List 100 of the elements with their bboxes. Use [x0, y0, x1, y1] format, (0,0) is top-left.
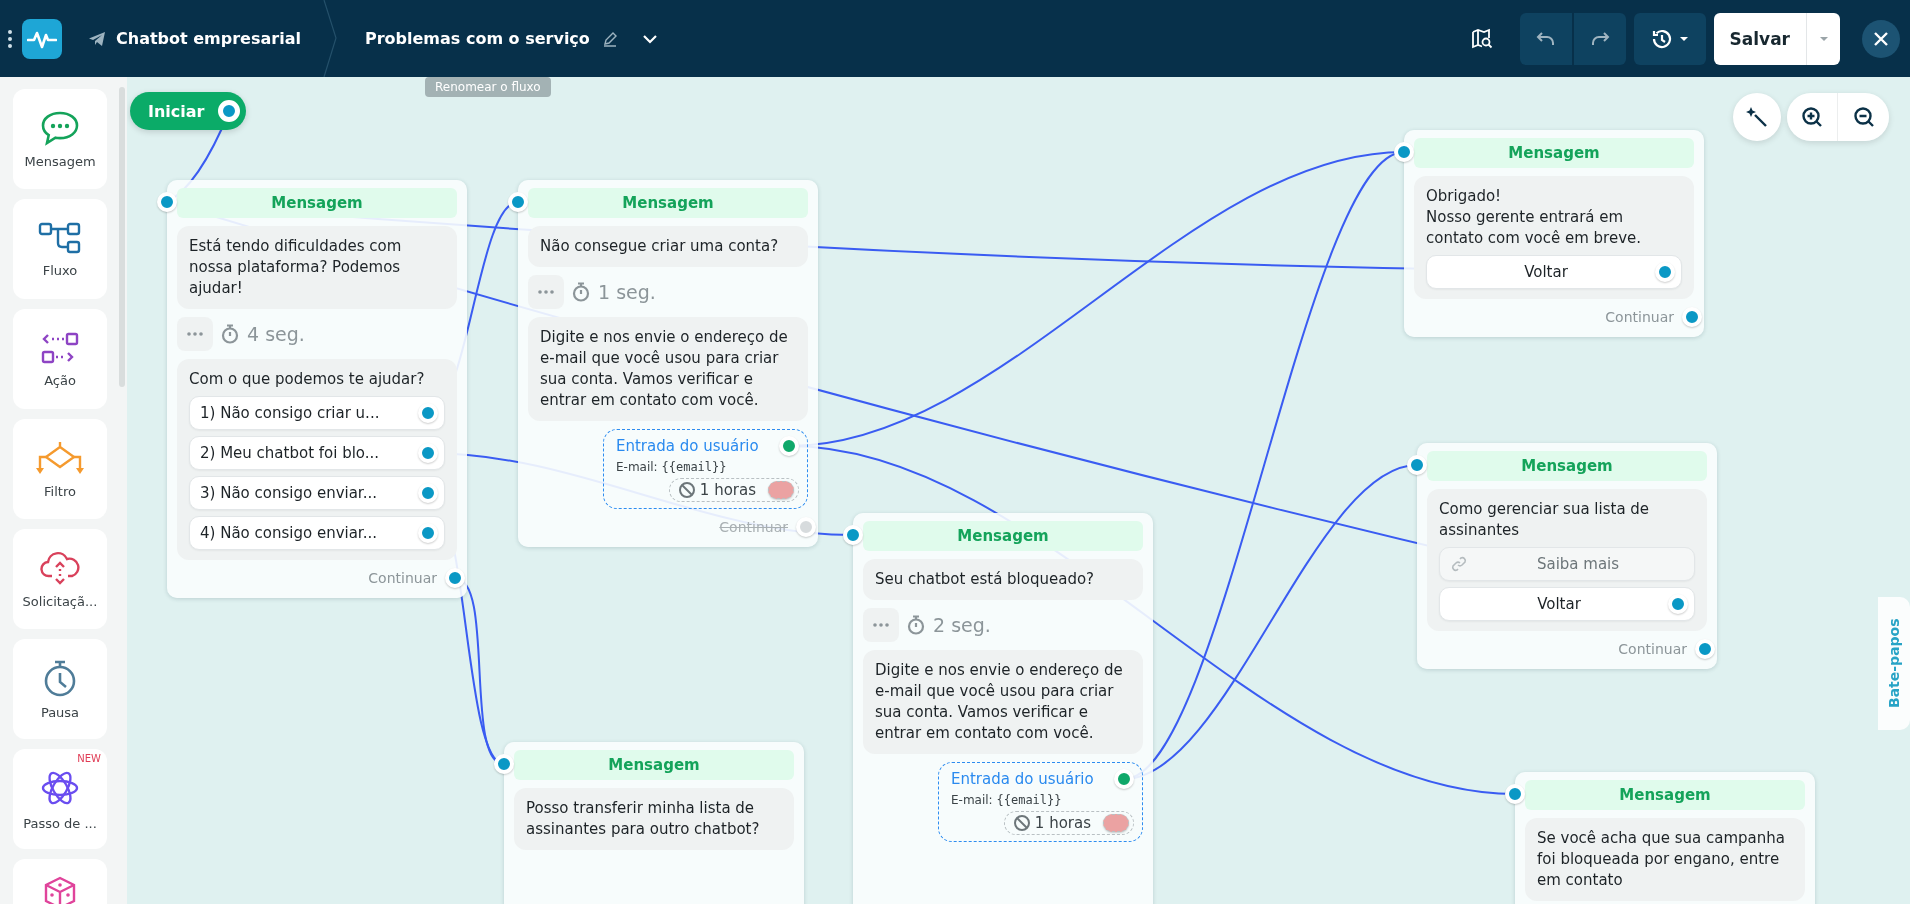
reply-button[interactable]: 1) Não consigo criar u...: [189, 396, 445, 430]
link-button[interactable]: Saiba mais: [1439, 547, 1695, 581]
block-item[interactable]: Fluxo: [13, 199, 107, 299]
chat-bubble-icon: [40, 109, 80, 146]
map-search-icon: [1470, 27, 1493, 50]
node-title: Mensagem: [863, 521, 1143, 551]
continue-label: Continuar: [368, 570, 437, 586]
squares-icon: [40, 330, 80, 365]
close-button[interactable]: [1862, 19, 1900, 58]
input-variable: E-mail: {{email}}: [951, 793, 1063, 807]
tooltip: Renomear o fluxo: [425, 77, 551, 97]
delay-value: 1 seg.: [598, 281, 656, 303]
reply-button[interactable]: Voltar: [1426, 255, 1682, 289]
undo-button[interactable]: [1519, 12, 1572, 65]
message-node[interactable]: Mensagem Como gerenciar sua lista de assinantes Saiba mais Voltar Continuar: [1417, 443, 1717, 669]
typing-indicator-icon[interactable]: [528, 275, 564, 309]
cloud-icon: [40, 549, 80, 586]
diamond-icon: [36, 439, 84, 476]
magic-wand-button[interactable]: [1733, 93, 1781, 141]
message-text: Seu chatbot está bloqueado?: [875, 569, 1096, 590]
continue-label: Continuar: [1605, 309, 1674, 325]
block-item[interactable]: Pausa: [13, 639, 107, 739]
message-node[interactable]: [518, 180, 818, 547]
scrollbar[interactable]: [119, 87, 125, 387]
message-text: Não consegue criar uma conta?: [540, 236, 780, 257]
magic-wand-icon: [1746, 106, 1768, 128]
stopwatch-icon: [907, 615, 925, 635]
input-title: Entrada do usuário: [616, 437, 759, 455]
zoom-out-icon: [1852, 106, 1875, 128]
message-text: Se você acha que sua campanha foi bloqueada por engano, entre em contato: [1537, 828, 1786, 891]
message-text: Posso transferir minha lista de assinantes para outro chatbot?: [526, 798, 761, 840]
delay-value: 2 seg.: [933, 614, 991, 636]
message-text: Digite e nos envie o endereço de e-mail que você usou para criar sua conta. Vamos verificar e entrar em contato com você.: [875, 660, 1124, 744]
message-text: Como gerenciar sua lista de assinantes: [1439, 499, 1651, 541]
message-node[interactable]: Mensagem Se você acha que sua campanha foi bloqueada por engano, entre em contato: [1515, 772, 1815, 904]
flowchart-icon: [38, 220, 82, 255]
timeout-value: 1 horas: [699, 481, 756, 499]
message-text: Digite e nos envie o endereço de e-mail que você usou para criar sua conta. Vamos verificar e entrar em contato com você.: [540, 327, 789, 411]
redo-button[interactable]: [1573, 12, 1626, 65]
caret-icon: [1818, 35, 1829, 42]
block-item[interactable]: Mensagem: [13, 89, 107, 189]
timeout-value: 1 horas: [1034, 814, 1091, 832]
stopwatch-icon: [42, 658, 78, 697]
history-icon: [1650, 27, 1673, 50]
message-node[interactable]: [167, 180, 467, 598]
zoom-out-button[interactable]: [1838, 93, 1889, 141]
stopwatch-icon: [572, 282, 590, 302]
bot-name-link[interactable]: Chatbot empresarial: [88, 29, 301, 48]
input-variable: E-mail: {{email}}: [616, 460, 728, 474]
logo-icon[interactable]: [22, 18, 62, 59]
block-item[interactable]: NEW Passo de ...: [13, 749, 107, 849]
link-icon: [1450, 555, 1468, 573]
stopwatch-icon: [221, 324, 239, 344]
message-node[interactable]: Mensagem Obrigado! Nosso gerente entrará em contato com você em breve. Voltar Continuar: [1404, 130, 1704, 337]
delay-value: 4 seg.: [247, 323, 305, 345]
typing-indicator-icon[interactable]: [177, 317, 213, 351]
dice-icon: [42, 875, 78, 904]
node-title: Mensagem: [1414, 138, 1694, 168]
save-options-button[interactable]: [1806, 12, 1840, 65]
block-item[interactable]: Ação: [13, 309, 107, 409]
message-text: Está tendo dificuldades com nossa plataforma? Podemos ajudar!: [189, 236, 403, 299]
ban-icon: [677, 481, 696, 499]
undo-icon: [1535, 30, 1556, 47]
typing-indicator-icon[interactable]: [863, 608, 899, 642]
block-item[interactable]: Filtro: [13, 419, 107, 519]
message-text: Obrigado! Nosso gerente entrará em contato com você em breve.: [1426, 186, 1642, 249]
user-input-block[interactable]: Entrada do usuário E-mail: {{email}} 1 horas: [603, 429, 808, 509]
zoom-in-button[interactable]: [1787, 93, 1838, 141]
reply-button[interactable]: 3) Não consigo enviar...: [189, 476, 445, 510]
input-title: Entrada do usuário: [951, 770, 1094, 788]
node-title: Mensagem: [1427, 451, 1707, 481]
history-button[interactable]: [1633, 12, 1706, 65]
message-node[interactable]: [853, 513, 1153, 904]
chevron-down-icon[interactable]: [641, 33, 658, 44]
node-title: Mensagem: [1525, 780, 1805, 810]
pencil-icon[interactable]: [601, 30, 618, 47]
message-text: Com o que podemos te ajudar?: [189, 369, 426, 390]
user-input-block[interactable]: Entrada do usuário E-mail: {{email}} 1 horas: [938, 762, 1143, 842]
save-button[interactable]: Salvar: [1713, 12, 1806, 65]
node-title: Mensagem: [528, 188, 808, 218]
zoom-in-icon: [1801, 106, 1823, 128]
node-title: Mensagem: [514, 750, 794, 780]
reply-button[interactable]: 4) Não consigo enviar...: [189, 516, 445, 550]
start-label: Iniciar: [148, 101, 205, 121]
flow-name[interactable]: Problemas com o serviço: [364, 29, 590, 48]
breadcrumb-separator-icon: [322, 0, 337, 77]
redo-icon: [1589, 30, 1610, 47]
continue-label: Continuar: [719, 519, 788, 535]
menu-icon[interactable]: [6, 28, 14, 49]
caret-icon: [1678, 35, 1689, 42]
node-title: Mensagem: [177, 188, 457, 218]
continue-label: Continuar: [1618, 641, 1687, 657]
new-label: NEW: [77, 753, 101, 764]
ban-icon: [1012, 814, 1031, 832]
message-node[interactable]: Mensagem Posso transferir minha lista de assinantes para outro chatbot?: [504, 742, 804, 904]
block-item[interactable]: Solicitaçã...: [13, 529, 107, 629]
close-icon: [1873, 30, 1889, 47]
reply-button[interactable]: Voltar: [1439, 587, 1695, 621]
reply-button[interactable]: 2) Meu chatbot foi blo...: [189, 436, 445, 470]
paper-plane-icon: [88, 30, 106, 47]
